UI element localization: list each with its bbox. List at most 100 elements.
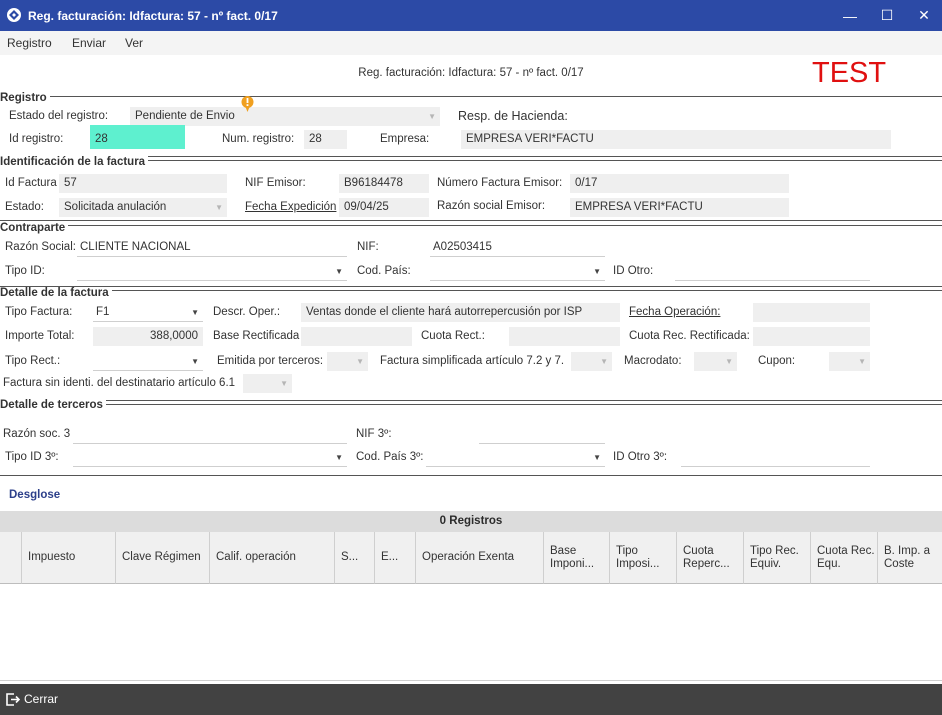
chevron-down-icon: ▼ [191, 357, 199, 366]
cod-pais-3-select[interactable]: ▼ [426, 448, 605, 467]
chevron-down-icon: ▼ [428, 112, 436, 121]
razon-social-label: Razón Social: [5, 241, 76, 253]
column-header-clave-regimen[interactable]: Clave Régimen [116, 532, 210, 584]
chevron-down-icon: ▼ [280, 379, 288, 388]
menu-registro[interactable]: Registro [7, 36, 52, 50]
window-titlebar: Reg. facturación: Idfactura: 57 - nº fac… [0, 0, 942, 31]
section-divider [0, 475, 942, 476]
razon-social-field[interactable]: CLIENTE NACIONAL [77, 238, 347, 257]
menu-enviar[interactable]: Enviar [72, 36, 106, 50]
column-header-tipo-impositivo[interactable]: Tipo Imposi... [610, 532, 677, 584]
estado-select[interactable]: Solicitada anulación ▼ [59, 198, 227, 217]
nif-3-field[interactable] [479, 425, 605, 444]
nif-emisor-field[interactable]: B96184478 [339, 174, 429, 193]
column-header-calif-operacion[interactable]: Calif. operación [210, 532, 335, 584]
razon-soc-3-field[interactable] [73, 425, 347, 444]
id-registro-field[interactable]: 28 [90, 125, 185, 149]
id-factura-label: Id Factura [5, 177, 57, 189]
estado-label: Estado: [5, 201, 44, 213]
section-divider [0, 290, 942, 291]
fecha-expedicion-link[interactable]: Fecha Expedición [245, 201, 336, 213]
emitida-terceros-label: Emitida por terceros: [217, 355, 324, 367]
cuota-rec-rectificada-label: Cuota Rec. Rectificada: [629, 330, 750, 342]
maximize-button[interactable]: ☐ [864, 0, 910, 31]
cod-pais-select[interactable]: ▼ [430, 262, 605, 281]
cupon-select[interactable]: ▼ [829, 352, 870, 371]
column-header-impuesto[interactable]: Impuesto [22, 532, 116, 584]
estado-registro-label: Estado del registro: [9, 110, 109, 122]
fecha-operacion-field[interactable] [753, 303, 870, 322]
fecha-expedicion-field[interactable]: 09/04/25 [339, 198, 429, 217]
emitida-terceros-select[interactable]: ▼ [327, 352, 368, 371]
section-divider [0, 404, 942, 405]
cuota-rect-field[interactable] [509, 327, 620, 346]
cod-pais-3-label: Cod. País 3º: [356, 451, 424, 463]
empresa-field[interactable]: EMPRESA VERI*FACTU [461, 130, 891, 149]
id-factura-field[interactable]: 57 [59, 174, 227, 193]
close-window-button[interactable]: ✕ [906, 0, 942, 31]
section-divider [0, 400, 942, 401]
nif-emisor-label: NIF Emisor: [245, 177, 306, 189]
column-header-tipo-rec-equiv[interactable]: Tipo Rec. Equiv. [744, 532, 811, 584]
tipo-id-select[interactable]: ▼ [77, 262, 347, 281]
fecha-operacion-link[interactable]: Fecha Operación: [629, 306, 720, 318]
column-header-cuota-rec-equ[interactable]: Cuota Rec. Equ. [811, 532, 878, 584]
cuota-rec-rectificada-field[interactable] [753, 327, 870, 346]
chevron-down-icon: ▼ [335, 453, 343, 462]
section-divider [0, 220, 942, 221]
tipo-factura-select[interactable]: F1 ▼ [93, 303, 203, 322]
section-terceros-title: Detalle de terceros [0, 399, 106, 411]
chevron-down-icon: ▼ [593, 453, 601, 462]
empresa-label: Empresa: [380, 133, 430, 145]
column-header-e[interactable]: E... [375, 532, 416, 584]
section-divider [0, 286, 942, 287]
window-title: Reg. facturación: Idfactura: 57 - nº fac… [28, 9, 278, 23]
section-registro-title: Registro [0, 92, 50, 104]
descr-oper-field[interactable]: Ventas donde el cliente hará autorreperc… [301, 303, 620, 322]
razon-soc-3-label: Razón soc. 3 [3, 428, 71, 440]
column-header-b-imp-coste[interactable]: B. Imp. a Coste [878, 532, 942, 584]
test-badge: TEST [812, 57, 887, 89]
desglose-title: Desglose [9, 489, 61, 501]
column-header-base-imponible[interactable]: Base Imponi... [544, 532, 610, 584]
nif-3-label: NIF 3º: [356, 428, 392, 440]
id-otro-field[interactable] [675, 262, 870, 281]
macrodato-select[interactable]: ▼ [694, 352, 737, 371]
footer-bar: Cerrar [0, 684, 942, 715]
chevron-down-icon: ▼ [593, 267, 601, 276]
tipo-id-label: Tipo ID: [5, 265, 45, 277]
form-subtitle: Reg. facturación: Idfactura: 57 - nº fac… [358, 67, 584, 79]
id-otro-3-label: ID Otro 3º: [613, 451, 668, 463]
id-otro-3-field[interactable] [681, 448, 870, 467]
numero-factura-field[interactable]: 0/17 [570, 174, 789, 193]
cerrar-button[interactable]: Cerrar [3, 689, 73, 711]
cupon-label: Cupon: [758, 355, 796, 367]
razon-social-emisor-field[interactable]: EMPRESA VERI*FACTU [570, 198, 789, 217]
sin-identi-select[interactable]: ▼ [243, 374, 292, 393]
importe-total-field[interactable]: 388,0000 [93, 327, 203, 346]
chevron-down-icon: ▼ [725, 357, 733, 366]
numero-factura-label: Número Factura Emisor: [437, 177, 563, 189]
razon-social-emisor-label: Razón social Emisor: [437, 200, 546, 212]
tipo-id-3-select[interactable]: ▼ [73, 448, 347, 467]
chevron-down-icon: ▼ [600, 357, 608, 366]
grid-body[interactable] [0, 584, 942, 680]
importe-total-label: Importe Total: [5, 330, 75, 342]
tipo-rect-label: Tipo Rect.: [5, 355, 61, 367]
factura-simplificada-label: Factura simplificada artículo 7.2 y 7. [380, 355, 565, 367]
chevron-down-icon: ▼ [858, 357, 866, 366]
nif-field[interactable]: A02503415 [430, 238, 605, 257]
num-registro-field[interactable]: 28 [304, 130, 347, 149]
num-registro-label: Num. registro: [222, 133, 295, 145]
chevron-down-icon: ▼ [356, 357, 364, 366]
tipo-rect-select[interactable]: ▼ [93, 352, 203, 371]
section-divider [0, 225, 942, 226]
factura-simplificada-select[interactable]: ▼ [571, 352, 612, 371]
column-header-s[interactable]: S... [335, 532, 375, 584]
column-header-cuota-repercutida[interactable]: Cuota Reperc... [677, 532, 744, 584]
menu-ver[interactable]: Ver [125, 36, 143, 50]
section-divider [0, 96, 942, 97]
column-header-operacion-exenta[interactable]: Operación Exenta [416, 532, 544, 584]
base-rectificada-field[interactable] [301, 327, 412, 346]
estado-registro-select[interactable]: Pendiente de Envio ▼ [130, 107, 440, 126]
